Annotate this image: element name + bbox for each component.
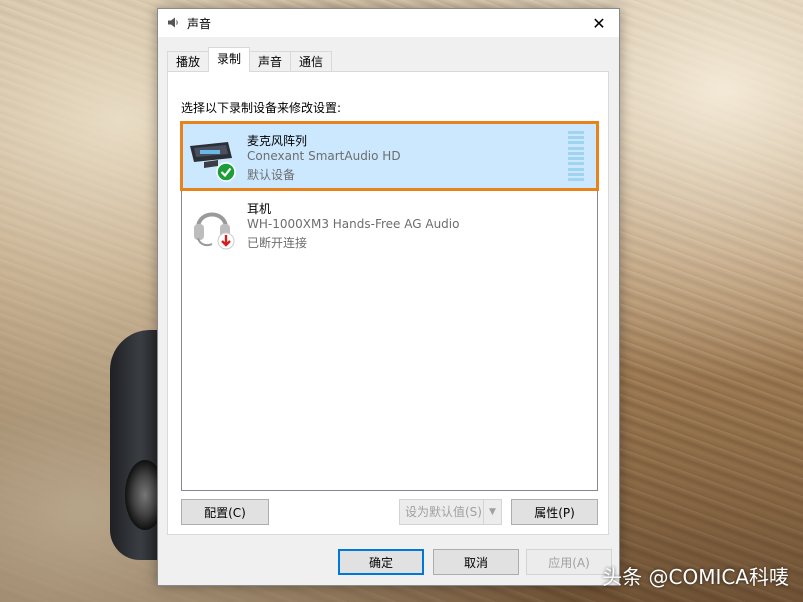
device-status: 已断开连接 bbox=[247, 236, 308, 250]
device-driver: Conexant SmartAudio HD bbox=[247, 149, 401, 163]
tab-communications[interactable]: 通信 bbox=[290, 51, 333, 72]
device-list[interactable]: 麦克风阵列 Conexant SmartAudio HD 默认设备 耳机 WH-… bbox=[180, 121, 599, 491]
red-down-arrow-icon bbox=[217, 232, 235, 250]
ok-button[interactable]: 确定 bbox=[338, 549, 424, 575]
headset-icon bbox=[194, 212, 235, 250]
apply-button: 应用(A) bbox=[526, 549, 612, 575]
window-title: 声音 bbox=[187, 17, 212, 31]
tab-playback[interactable]: 播放 bbox=[167, 51, 210, 72]
device-driver: WH-1000XM3 Hands-Free AG Audio bbox=[247, 217, 460, 231]
device-name: 麦克风阵列 bbox=[247, 134, 308, 148]
properties-button[interactable]: 属性(P) bbox=[511, 499, 598, 525]
speaker-icon bbox=[168, 17, 178, 28]
configure-button[interactable]: 配置(C) bbox=[181, 499, 269, 525]
device-item-headset[interactable]: 耳机 WH-1000XM3 Hands-Free AG Audio 已断开连接 bbox=[183, 192, 596, 256]
tab-recording[interactable]: 录制 bbox=[208, 47, 251, 72]
sound-dialog: 声音 ✕ 播放 录制 声音 通信 选择以下录制设备来修改设置: 麦克风阵列 Co… bbox=[157, 8, 620, 586]
tab-strip: 播放 录制 声音 通信 bbox=[167, 47, 333, 72]
title-bar: 声音 ✕ bbox=[158, 9, 619, 37]
device-status: 默认设备 bbox=[247, 168, 296, 182]
watermark: 头条 @COMICA科唛 bbox=[602, 565, 789, 589]
close-button[interactable]: ✕ bbox=[579, 9, 619, 37]
green-check-icon bbox=[216, 162, 236, 182]
recording-panel: 选择以下录制设备来修改设置: 麦克风阵列 Conexant SmartAudio… bbox=[167, 71, 609, 535]
level-meter bbox=[568, 131, 584, 181]
device-item-microphone-array[interactable]: 麦克风阵列 Conexant SmartAudio HD 默认设备 bbox=[180, 121, 599, 191]
chevron-down-icon: ▼ bbox=[483, 500, 501, 524]
instruction-label: 选择以下录制设备来修改设置: bbox=[181, 101, 342, 115]
set-default-split-button: 设为默认值(S) ▼ bbox=[399, 499, 502, 525]
microphone-array-icon bbox=[190, 142, 236, 182]
set-default-label: 设为默认值(S) bbox=[405, 505, 482, 519]
device-name: 耳机 bbox=[247, 202, 272, 216]
close-icon: ✕ bbox=[592, 13, 606, 33]
tab-sounds[interactable]: 声音 bbox=[249, 51, 292, 72]
cancel-button[interactable]: 取消 bbox=[433, 549, 519, 575]
